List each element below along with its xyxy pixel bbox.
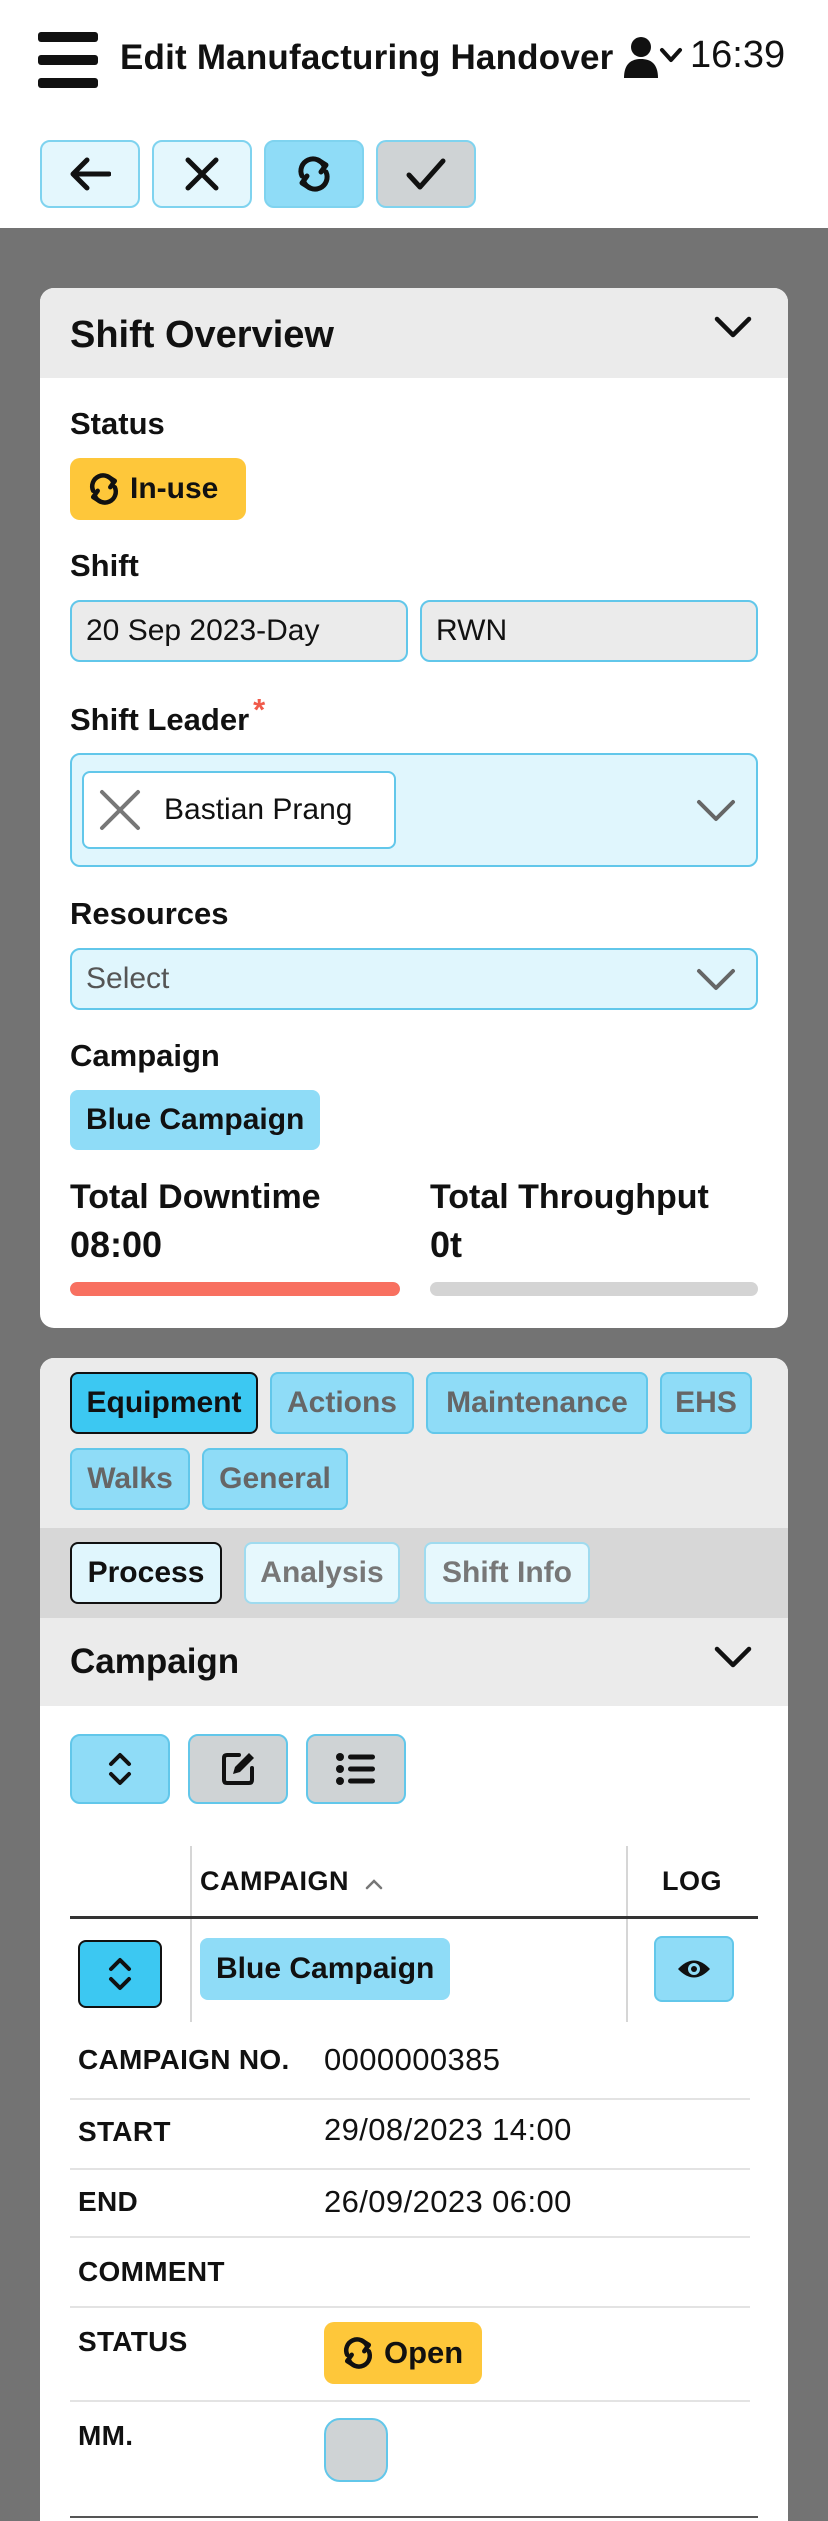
refresh-icon bbox=[89, 473, 119, 505]
status-label: Status bbox=[70, 406, 165, 441]
expand-collapse-button[interactable] bbox=[70, 1734, 170, 1804]
divider bbox=[70, 2236, 750, 2238]
required-asterisk: * bbox=[253, 692, 266, 727]
tab-ehs[interactable]: EHS bbox=[660, 1372, 752, 1434]
clock: 16:39 bbox=[690, 34, 786, 76]
remove-icon[interactable] bbox=[98, 788, 142, 832]
resources-placeholder: Select bbox=[86, 962, 170, 995]
tab-equipment[interactable]: Equipment bbox=[70, 1372, 258, 1434]
status-key: STATUS bbox=[78, 2326, 188, 2357]
chevron-up-down-icon bbox=[109, 1958, 131, 1990]
shift-overview-card: Shift Overview Status In-use Shift 20 Se… bbox=[40, 288, 788, 1328]
chevron-down-icon[interactable] bbox=[714, 316, 752, 340]
top-bar: Edit Manufacturing Handover 16:39 bbox=[0, 0, 828, 228]
list-view-button[interactable] bbox=[306, 1734, 406, 1804]
page-title: Edit Manufacturing Handover bbox=[120, 38, 614, 77]
shift-label: Shift bbox=[70, 548, 139, 583]
close-icon bbox=[185, 157, 219, 191]
downtime-bar-fill bbox=[70, 1282, 400, 1296]
subtab-analysis[interactable]: Analysis bbox=[244, 1542, 400, 1604]
campaign-section-title: Campaign bbox=[70, 1642, 240, 1681]
divider bbox=[70, 2098, 750, 2100]
sort-asc-icon bbox=[365, 1879, 383, 1890]
table-divider bbox=[190, 1846, 192, 2022]
edit-button[interactable] bbox=[188, 1734, 288, 1804]
campaign-no-key: CAMPAIGN NO. bbox=[78, 2044, 290, 2075]
campaign-label: Campaign bbox=[70, 1038, 220, 1073]
chevron-up-down-icon bbox=[109, 1753, 131, 1785]
refresh-icon bbox=[298, 156, 330, 192]
resources-label: Resources bbox=[70, 896, 229, 931]
refresh-button[interactable] bbox=[264, 140, 364, 208]
mm-key: MM. bbox=[78, 2420, 134, 2451]
shift-date-field[interactable]: 20 Sep 2023-Day bbox=[70, 600, 408, 662]
end-key: END bbox=[78, 2186, 139, 2217]
mm-checkbox[interactable] bbox=[324, 2418, 388, 2482]
user-menu-icon[interactable] bbox=[624, 36, 684, 82]
throughput-bar bbox=[430, 1282, 758, 1296]
view-log-button[interactable] bbox=[654, 1936, 734, 2002]
campaign-section-header[interactable]: Campaign bbox=[40, 1618, 788, 1706]
status-badge-text: In-use bbox=[130, 472, 219, 505]
subtab-process[interactable]: Process bbox=[70, 1542, 222, 1604]
eye-icon bbox=[678, 1960, 710, 1978]
campaign-status-badge: Open bbox=[324, 2322, 482, 2384]
table-header-rule bbox=[70, 1916, 758, 1919]
hamburger-menu-icon[interactable] bbox=[38, 30, 98, 90]
column-header-campaign[interactable]: CAMPAIGN bbox=[200, 1866, 383, 1897]
column-header-log: LOG bbox=[662, 1866, 722, 1896]
divider bbox=[70, 2168, 750, 2170]
resources-select[interactable]: Select bbox=[70, 948, 758, 1010]
start-value: 29/08/2023 14:00 bbox=[324, 2112, 572, 2147]
edit-icon bbox=[222, 1753, 254, 1785]
save-button[interactable] bbox=[376, 140, 476, 208]
shift-code-field[interactable]: RWN bbox=[420, 600, 758, 662]
campaign-no-value: 0000000385 bbox=[324, 2042, 501, 2077]
tab-walks[interactable]: Walks bbox=[70, 1448, 190, 1510]
checkmark-icon bbox=[406, 158, 446, 190]
start-key: START bbox=[78, 2116, 171, 2147]
campaign-status-text: Open bbox=[384, 2335, 464, 2370]
chevron-down-icon[interactable] bbox=[714, 1646, 752, 1670]
table-divider bbox=[626, 1846, 628, 2022]
cancel-button[interactable] bbox=[152, 140, 252, 208]
table-bottom-rule bbox=[70, 2516, 758, 2518]
chevron-down-icon[interactable] bbox=[696, 968, 736, 992]
tab-actions[interactable]: Actions bbox=[270, 1372, 414, 1434]
subtab-shift-info[interactable]: Shift Info bbox=[424, 1542, 590, 1604]
downtime-value: 08:00 bbox=[70, 1224, 163, 1265]
leader-chip-label: Bastian Prang bbox=[164, 793, 353, 826]
leader-chip: Bastian Prang bbox=[82, 771, 396, 849]
back-button[interactable] bbox=[40, 140, 140, 208]
row-expand-button[interactable] bbox=[78, 1940, 162, 2008]
row-campaign-chip[interactable]: Blue Campaign bbox=[200, 1938, 451, 2000]
shift-leader-select[interactable]: Bastian Prang bbox=[70, 753, 758, 867]
downtime-label: Total Downtime bbox=[70, 1178, 321, 1216]
status-badge: In-use bbox=[70, 458, 246, 520]
end-value: 26/09/2023 06:00 bbox=[324, 2184, 572, 2219]
refresh-icon bbox=[343, 2337, 373, 2369]
divider bbox=[70, 2306, 750, 2308]
list-icon bbox=[336, 1753, 375, 1785]
campaign-chip[interactable]: Blue Campaign bbox=[70, 1090, 321, 1150]
divider bbox=[70, 2400, 750, 2402]
throughput-value: 0t bbox=[430, 1224, 463, 1265]
arrow-left-icon bbox=[70, 157, 111, 191]
comment-key: COMMENT bbox=[78, 2256, 225, 2287]
chevron-down-icon[interactable] bbox=[696, 799, 736, 823]
shift-overview-title: Shift Overview bbox=[70, 314, 334, 356]
downtime-bar bbox=[70, 1282, 400, 1296]
shift-leader-label: Shift Leader * bbox=[70, 692, 266, 737]
throughput-label: Total Throughput bbox=[430, 1178, 709, 1216]
shift-overview-header[interactable]: Shift Overview bbox=[40, 288, 788, 378]
tab-general[interactable]: General bbox=[202, 1448, 348, 1510]
tab-maintenance[interactable]: Maintenance bbox=[426, 1372, 648, 1434]
